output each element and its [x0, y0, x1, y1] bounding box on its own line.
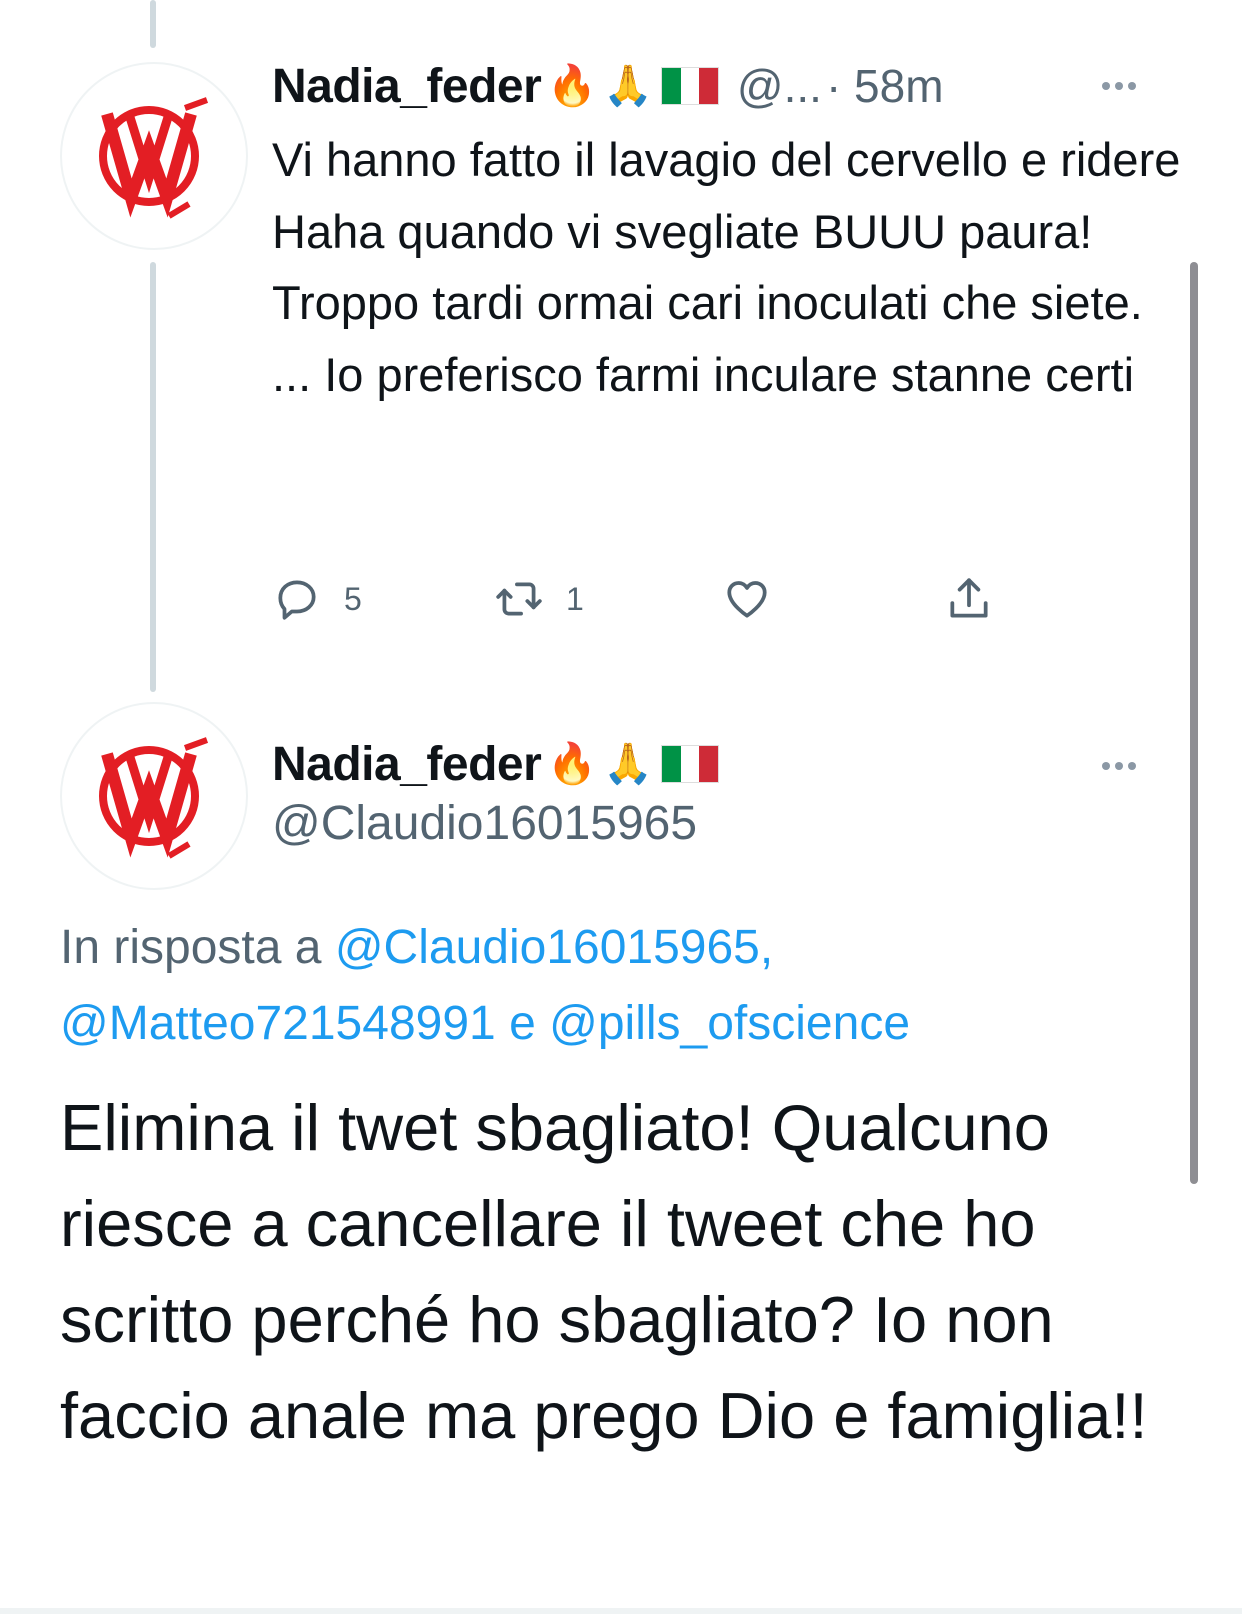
mention-link[interactable]: @Claudio16015965,: [335, 921, 773, 974]
italy-flag-icon: [660, 67, 719, 105]
author-handle[interactable]: @...: [737, 59, 822, 113]
reply-context: In risposta a @Claudio16015965, @Matteo7…: [60, 910, 1180, 1062]
pray-emoji: 🙏: [603, 64, 653, 108]
wv-logo-icon: [99, 97, 209, 219]
parent-tweet-text: Vi hanno fatto il lavagio del cervello e…: [272, 133, 1181, 401]
like-button[interactable]: [722, 574, 772, 624]
tweet-actions: 5 1: [272, 574, 1032, 630]
more-icon[interactable]: [1102, 762, 1136, 770]
fire-emoji: 🔥: [547, 742, 598, 786]
mention-conjunction[interactable]: e: [509, 997, 536, 1050]
parent-author-row: Nadia_feder 🔥 🙏 @... · 58m: [272, 56, 944, 116]
thread-line-top: [150, 0, 156, 48]
share-icon: [950, 578, 988, 618]
tweet-timestamp[interactable]: · 58m: [826, 59, 944, 113]
scrollbar[interactable]: [1190, 262, 1198, 1184]
retweet-count: 1: [566, 580, 584, 617]
italy-flag-icon: [660, 745, 719, 783]
reply-icon: [278, 580, 316, 620]
pray-emoji: 🙏: [603, 742, 653, 786]
fire-emoji: 🔥: [547, 64, 598, 108]
heart-icon: [727, 581, 767, 618]
focused-author-row: Nadia_feder 🔥 🙏: [272, 734, 719, 794]
avatar[interactable]: [60, 62, 248, 250]
focused-tweet-text: Elimina il twet sbagliato! Qualcuno ries…: [60, 1091, 1148, 1452]
share-button[interactable]: [944, 574, 994, 624]
author-handle[interactable]: @Claudio16015965: [272, 796, 697, 851]
mention-link[interactable]: @pills_ofscience: [549, 997, 910, 1050]
retweet-button[interactable]: 1: [494, 574, 584, 624]
author-name[interactable]: Nadia_feder: [272, 59, 542, 114]
thread-connector-line: [150, 262, 156, 692]
mention-link[interactable]: @Matteo721548991: [60, 997, 496, 1050]
wv-logo-icon: [99, 737, 209, 859]
author-name[interactable]: Nadia_feder: [272, 737, 542, 792]
reply-count: 5: [344, 580, 362, 617]
reply-button[interactable]: 5: [272, 574, 362, 624]
retweet-icon: [496, 582, 542, 616]
divider: [0, 1608, 1242, 1614]
more-icon[interactable]: [1102, 82, 1136, 90]
avatar[interactable]: [60, 702, 248, 890]
reply-prefix: In risposta a: [60, 921, 322, 974]
